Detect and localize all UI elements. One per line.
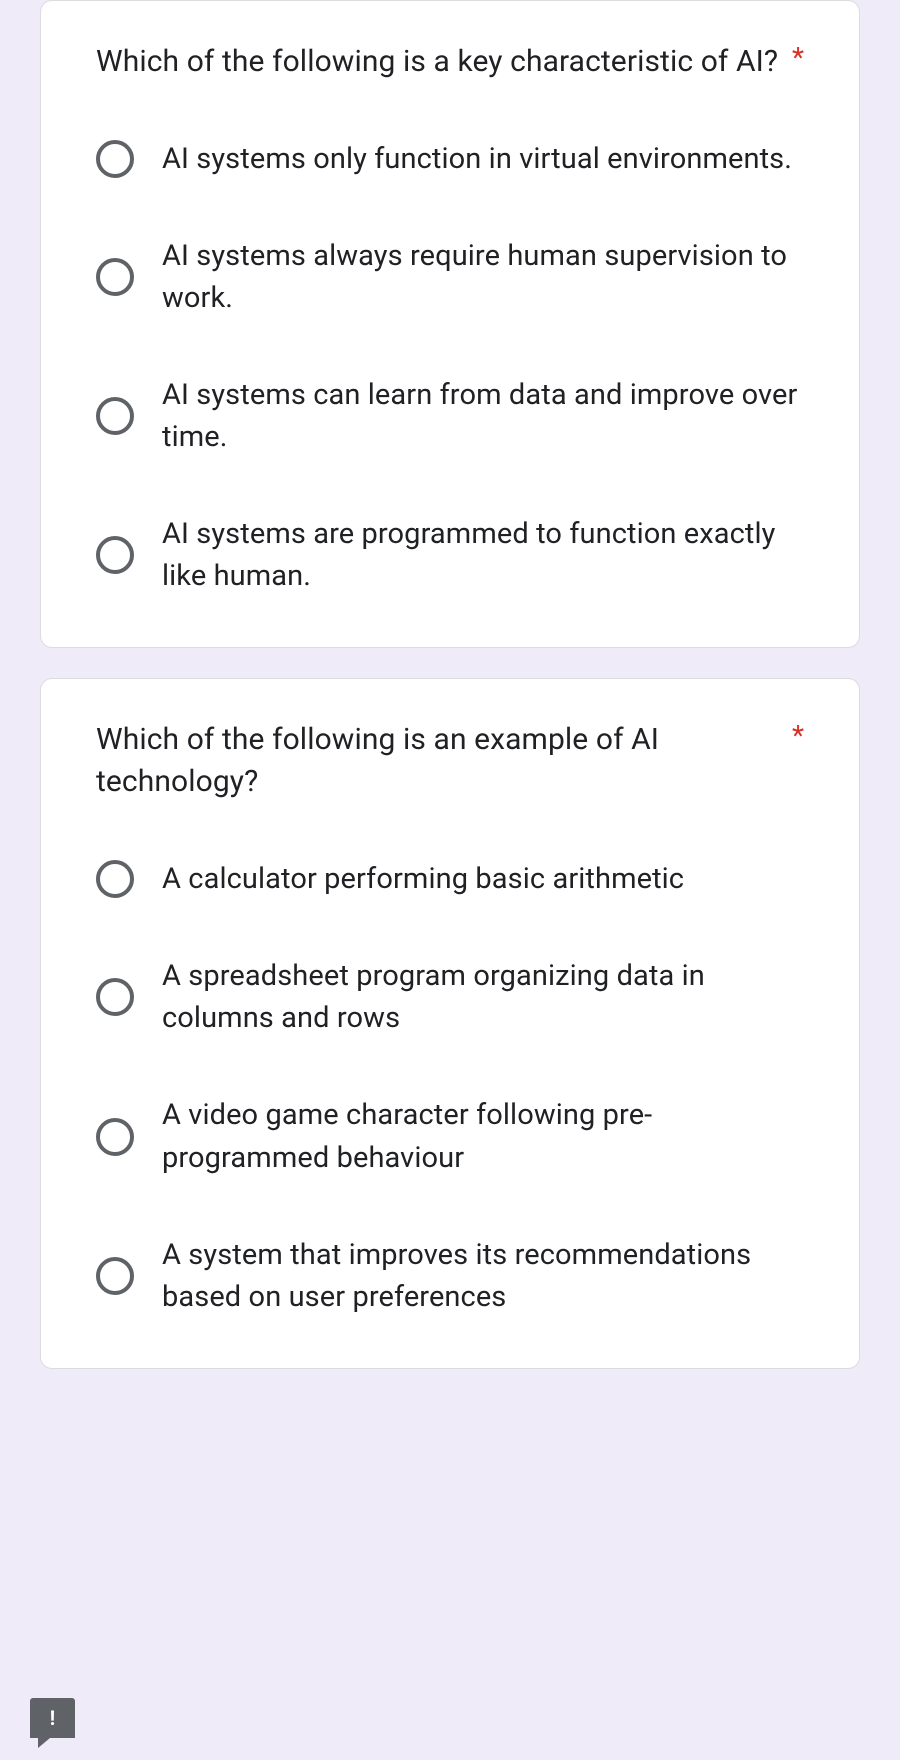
question-text: Which of the following is an example of … [96, 719, 780, 803]
options-group: A calculator performing basic arithmetic… [96, 858, 804, 1317]
radio-icon [96, 1257, 134, 1295]
radio-icon [96, 860, 134, 898]
radio-icon [96, 397, 134, 435]
question-card: Which of the following is an example of … [40, 678, 860, 1368]
radio-icon [96, 140, 134, 178]
radio-option[interactable]: AI systems always require human supervis… [96, 235, 804, 319]
question-card: Which of the following is a key characte… [40, 0, 860, 648]
question-header: Which of the following is a key characte… [96, 41, 804, 83]
required-indicator: * [792, 719, 804, 753]
required-indicator: * [792, 41, 804, 75]
radio-icon [96, 536, 134, 574]
option-label: A system that improves its recommendatio… [162, 1234, 804, 1318]
radio-option[interactable]: AI systems only function in virtual envi… [96, 138, 804, 180]
radio-option[interactable]: AI systems can learn from data and impro… [96, 374, 804, 458]
feedback-button[interactable]: ! [30, 1698, 75, 1738]
radio-option[interactable]: A system that improves its recommendatio… [96, 1234, 804, 1318]
radio-option[interactable]: A calculator performing basic arithmetic [96, 858, 804, 900]
radio-icon [96, 1118, 134, 1156]
options-group: AI systems only function in virtual envi… [96, 138, 804, 597]
radio-option[interactable]: A video game character following pre-pro… [96, 1094, 804, 1178]
option-label: A video game character following pre-pro… [162, 1094, 804, 1178]
option-label: A spreadsheet program organizing data in… [162, 955, 804, 1039]
option-label: A calculator performing basic arithmetic [162, 858, 684, 900]
exclamation-icon: ! [50, 1708, 55, 1728]
radio-icon [96, 258, 134, 296]
option-label: AI systems only function in virtual envi… [162, 138, 792, 180]
option-label: AI systems are programmed to function ex… [162, 513, 804, 597]
radio-option[interactable]: AI systems are programmed to function ex… [96, 513, 804, 597]
radio-option[interactable]: A spreadsheet program organizing data in… [96, 955, 804, 1039]
option-label: AI systems always require human supervis… [162, 235, 804, 319]
radio-icon [96, 978, 134, 1016]
option-label: AI systems can learn from data and impro… [162, 374, 804, 458]
question-header: Which of the following is an example of … [96, 719, 804, 803]
question-text: Which of the following is a key characte… [96, 41, 780, 83]
